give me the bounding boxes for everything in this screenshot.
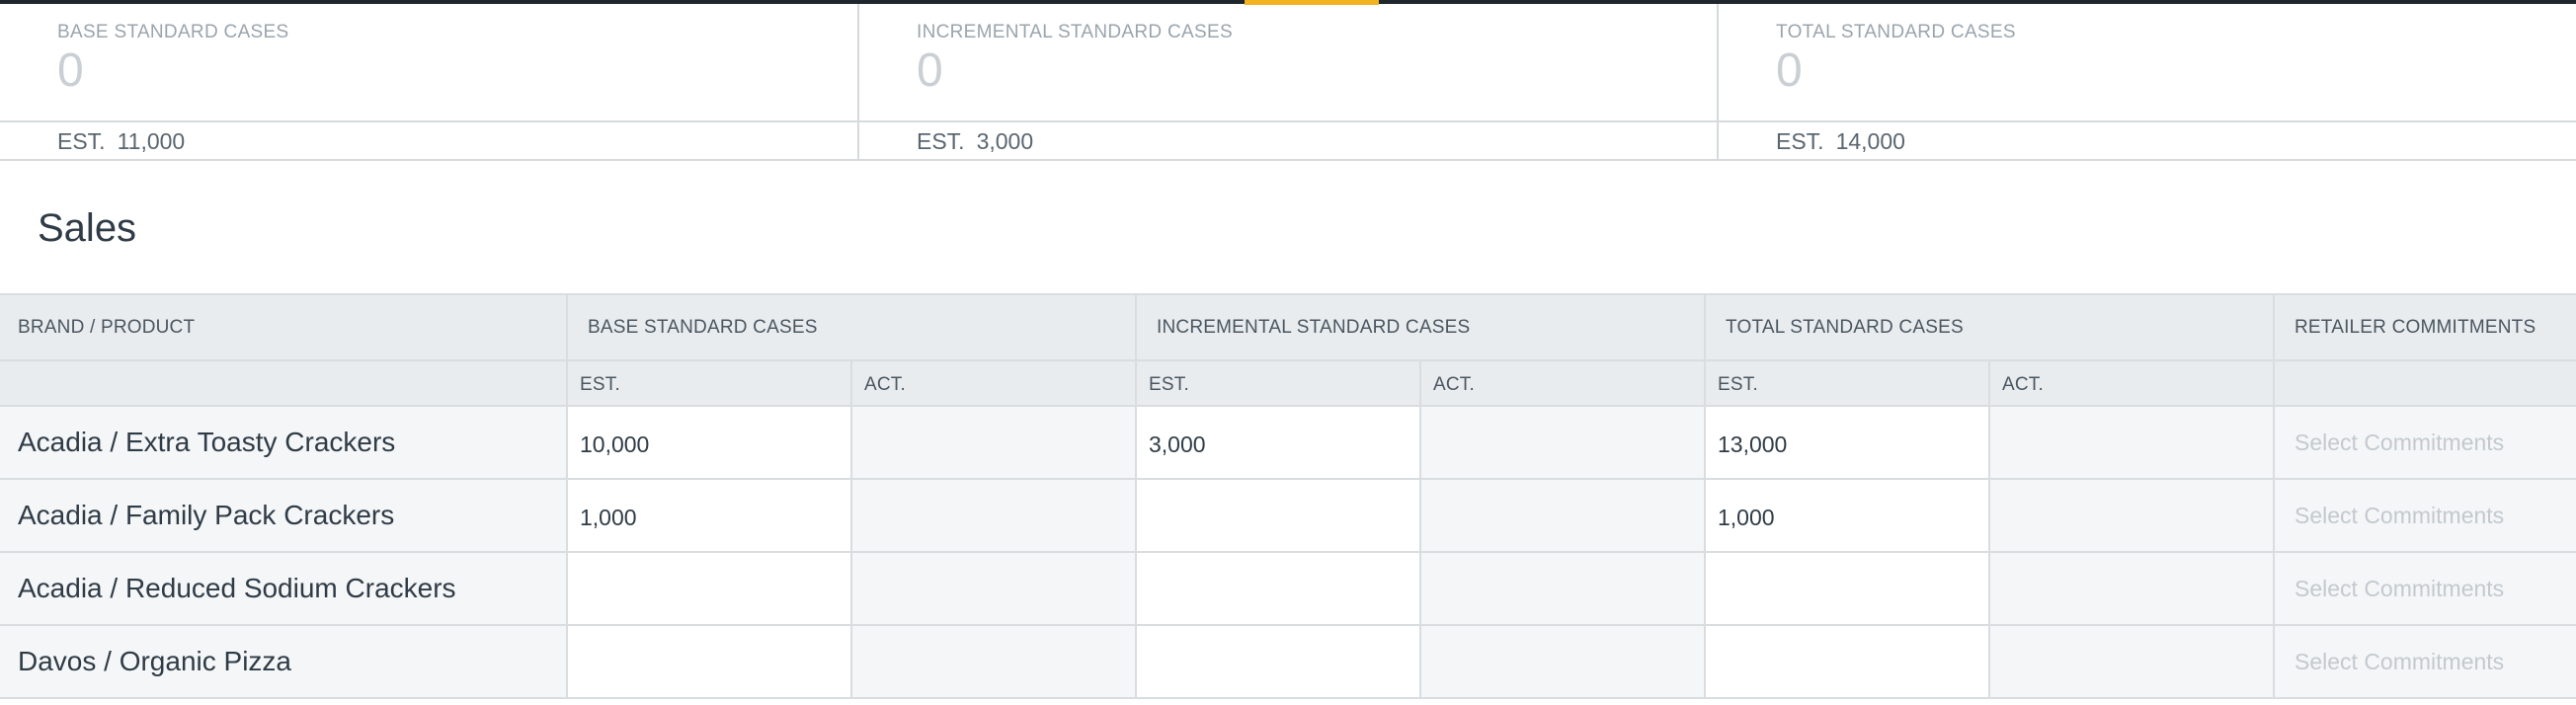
select-commitments-dropdown[interactable]: Select Commitments	[2273, 407, 2576, 478]
summary-card-total: TOTAL STANDARD CASES 0 EST. 14,000	[1719, 4, 2576, 159]
table-row: Acadia / Reduced Sodium Crackers Select …	[0, 553, 2576, 626]
inc-act-cell	[1419, 407, 1704, 478]
header-retailer-commitments: RETAILER COMMITMENTS	[2273, 295, 2576, 359]
inc-act-cell	[1419, 626, 1704, 697]
total-est-cell	[1704, 553, 1988, 624]
subheader-inc-act: ACT.	[1419, 361, 1704, 405]
summary-card-base: BASE STANDARD CASES 0 EST. 11,000	[0, 4, 859, 159]
section-title: Sales	[38, 206, 137, 250]
base-est-input[interactable]: 10,000	[566, 407, 850, 478]
total-act-cell	[1988, 626, 2273, 697]
brand-product-cell: Acadia / Family Pack Crackers	[0, 480, 566, 551]
summary-estimate: EST. 14,000	[1776, 126, 1905, 156]
summary-divider	[859, 120, 1717, 122]
inc-act-cell	[1419, 553, 1704, 624]
inc-est-input[interactable]: 3,000	[1135, 407, 1419, 478]
summary-estimate-label: EST.	[1776, 128, 1824, 154]
brand-product-cell: Acadia / Extra Toasty Crackers	[0, 407, 566, 478]
subheader-base-est: EST.	[566, 361, 850, 405]
total-act-cell	[1988, 553, 2273, 624]
select-commitments-dropdown[interactable]: Select Commitments	[2273, 626, 2576, 697]
base-act-cell	[850, 407, 1135, 478]
total-est-cell: 1,000	[1704, 480, 1988, 551]
base-est-input[interactable]	[566, 553, 850, 624]
summary-value: 0	[917, 44, 943, 97]
summary-label: TOTAL STANDARD CASES	[1776, 22, 2016, 42]
summary-estimate-value: 11,000	[117, 128, 186, 154]
summary-estimate-value: 3,000	[976, 128, 1034, 154]
table-row: Davos / Organic Pizza Select Commitments	[0, 626, 2576, 699]
header-base-standard-cases: BASE STANDARD CASES	[566, 295, 1135, 359]
base-est-input[interactable]	[566, 626, 850, 697]
sales-table: BRAND / PRODUCT BASE STANDARD CASES INCR…	[0, 293, 2576, 699]
subheader-inc-est: EST.	[1135, 361, 1419, 405]
header-incremental-standard-cases: INCREMENTAL STANDARD CASES	[1135, 295, 1704, 359]
summary-estimate-value: 14,000	[1835, 128, 1905, 154]
summary-label: BASE STANDARD CASES	[57, 22, 289, 42]
total-act-cell	[1988, 407, 2273, 478]
table-subheader-row: EST. ACT. EST. ACT. EST. ACT.	[0, 361, 2576, 407]
subheader-total-act: ACT.	[1988, 361, 2273, 405]
brand-product-cell: Acadia / Reduced Sodium Crackers	[0, 553, 566, 624]
total-est-cell	[1704, 626, 1988, 697]
inc-act-cell	[1419, 480, 1704, 551]
subheader-total-est: EST.	[1704, 361, 1988, 405]
summary-divider	[0, 120, 857, 122]
brand-product-cell: Davos / Organic Pizza	[0, 626, 566, 697]
subheader-base-act: ACT.	[850, 361, 1135, 405]
summary-value: 0	[1776, 44, 1803, 97]
summary-estimate-label: EST.	[917, 128, 965, 154]
inc-est-input[interactable]	[1135, 553, 1419, 624]
table-row: Acadia / Extra Toasty Crackers 10,000 3,…	[0, 407, 2576, 480]
subheader-brand-empty	[0, 361, 566, 405]
select-commitments-dropdown[interactable]: Select Commitments	[2273, 480, 2576, 551]
summary-estimate: EST. 11,000	[57, 126, 185, 156]
base-act-cell	[850, 480, 1135, 551]
summary-label: INCREMENTAL STANDARD CASES	[917, 22, 1233, 42]
table-row: Acadia / Family Pack Crackers 1,000 1,00…	[0, 480, 2576, 553]
summary-card-incremental: INCREMENTAL STANDARD CASES 0 EST. 3,000	[859, 4, 1719, 159]
base-est-input[interactable]: 1,000	[566, 480, 850, 551]
total-act-cell	[1988, 480, 2273, 551]
summary-strip: BASE STANDARD CASES 0 EST. 11,000 INCREME…	[0, 4, 2576, 161]
inc-est-input[interactable]	[1135, 626, 1419, 697]
total-est-cell: 13,000	[1704, 407, 1988, 478]
header-total-standard-cases: TOTAL STANDARD CASES	[1704, 295, 2273, 359]
summary-estimate: EST. 3,000	[917, 126, 1033, 156]
inc-est-input[interactable]	[1135, 480, 1419, 551]
summary-divider	[1719, 120, 2576, 122]
header-brand-product: BRAND / PRODUCT	[18, 316, 196, 338]
summary-value: 0	[57, 44, 84, 97]
base-act-cell	[850, 626, 1135, 697]
summary-estimate-label: EST.	[57, 128, 106, 154]
select-commitments-dropdown[interactable]: Select Commitments	[2273, 553, 2576, 624]
base-act-cell	[850, 553, 1135, 624]
subheader-retailer-empty	[2273, 361, 2576, 405]
table-header-row: BRAND / PRODUCT BASE STANDARD CASES INCR…	[0, 293, 2576, 361]
